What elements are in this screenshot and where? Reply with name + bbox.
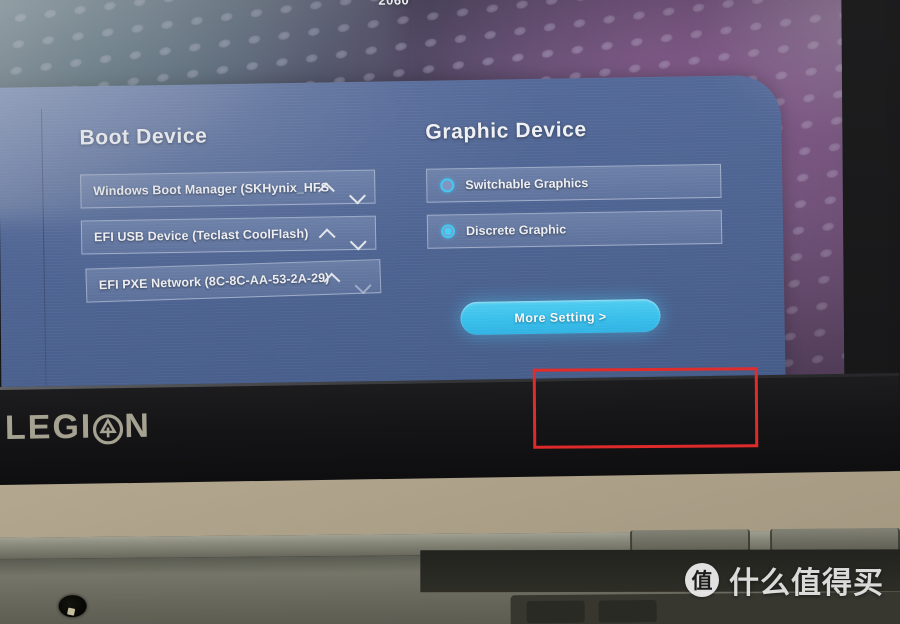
graphic-option-label: Discrete Graphic	[465, 222, 567, 239]
boot-device-row-arrows	[321, 217, 366, 250]
chevron-up-icon[interactable]	[326, 273, 339, 281]
boot-device-section: Boot Device Windows Boot Manager (SKHyni…	[79, 82, 383, 303]
graphic-device-title: Graphic Device	[425, 118, 587, 144]
boot-device-row[interactable]: EFI PXE Network (8C-8C-AA-53-2A-29)	[85, 259, 382, 303]
laptop-lid: 2060 Boot Device Windows Boot Manager (S…	[0, 0, 900, 487]
boot-device-label: EFI PXE Network (8C-8C-AA-53-2A-29)	[98, 270, 330, 293]
graphic-option-switchable[interactable]: Switchable Graphics	[426, 163, 722, 203]
legion-text-part2: N	[124, 406, 152, 446]
bios-dialog-panel: Boot Device Windows Boot Manager (SKHyni…	[0, 74, 786, 390]
more-setting-button[interactable]: More Setting >	[460, 298, 661, 336]
more-setting-area: More Setting >	[428, 281, 729, 356]
radio-button-icon[interactable]	[440, 178, 455, 193]
screen-bezel-bottom: LEGI N	[0, 372, 900, 487]
watermark-text: 什么值得买	[729, 566, 884, 601]
graphic-option-discrete[interactable]: Discrete Graphic	[426, 209, 723, 249]
chevron-down-icon[interactable]	[351, 183, 364, 191]
more-setting-label: More Setting >	[514, 309, 607, 325]
boot-device-row[interactable]: Windows Boot Manager (SKHynix_HFS	[80, 169, 376, 209]
photograph-of-laptop: 2060 Boot Device Windows Boot Manager (S…	[0, 0, 900, 624]
chevron-down-icon[interactable]	[352, 229, 365, 237]
radio-button-selected-icon[interactable]	[440, 224, 456, 239]
graphic-option-label: Switchable Graphics	[465, 176, 589, 193]
chevron-up-icon[interactable]	[320, 183, 333, 191]
watermark-logo-icon: 值	[685, 563, 719, 597]
legion-text-part1: LEGI	[4, 407, 93, 447]
boot-device-label: Windows Boot Manager (SKHynix_HFS	[93, 180, 330, 199]
legion-emblem-icon	[93, 412, 124, 444]
legion-brand-logo: LEGI N	[5, 407, 152, 448]
chevron-down-icon[interactable]	[357, 272, 370, 280]
annotation-highlight-box	[532, 367, 759, 449]
boot-device-list: Windows Boot Manager (SKHynix_HFS EFI US…	[80, 169, 382, 303]
chevron-up-icon[interactable]	[321, 229, 334, 237]
graphic-device-options: Switchable Graphics Discrete Graphic	[426, 163, 727, 249]
boot-device-row[interactable]: EFI USB Device (Teclast CoolFlash)	[80, 215, 377, 255]
site-watermark: 值 什么值得买	[685, 558, 884, 602]
panel-left-divider	[40, 109, 47, 390]
boot-device-row-arrows	[320, 171, 365, 204]
base-screw	[58, 594, 87, 618]
boot-device-title: Boot Device	[79, 124, 208, 150]
gpu-model-label: 2060	[378, 0, 410, 8]
boot-device-row-arrows	[325, 261, 370, 294]
boot-device-label: EFI USB Device (Teclast CoolFlash)	[93, 226, 309, 245]
graphic-device-section: Graphic Device Switchable Graphics Discr…	[425, 76, 728, 249]
laptop-screen: 2060 Boot Device Windows Boot Manager (S…	[0, 0, 845, 390]
